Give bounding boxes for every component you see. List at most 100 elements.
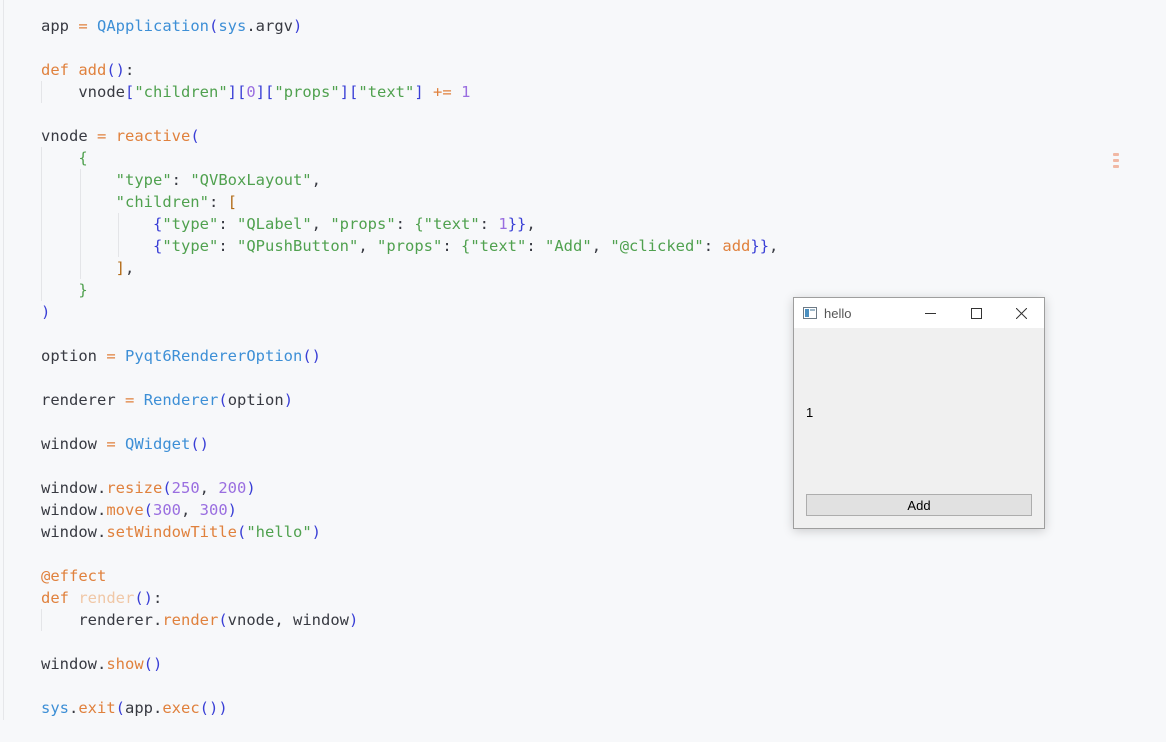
code-token: ][ bbox=[227, 83, 247, 101]
code-token: [ bbox=[227, 193, 237, 211]
code-line[interactable] bbox=[41, 103, 778, 125]
code-token: app. bbox=[125, 699, 163, 717]
code-token: window. bbox=[41, 501, 107, 519]
code-token: "text" bbox=[423, 215, 480, 233]
code-token: }} bbox=[750, 237, 770, 255]
code-line[interactable]: {"type": "QPushButton", "props": {"text"… bbox=[41, 235, 778, 257]
code-line[interactable]: } bbox=[41, 279, 778, 301]
code-token: ( bbox=[115, 699, 126, 717]
minimize-button[interactable] bbox=[907, 298, 953, 328]
code-token: move bbox=[106, 501, 144, 519]
code-token: : bbox=[526, 237, 546, 255]
code-line[interactable]: def render(): bbox=[41, 587, 778, 609]
code-token: = bbox=[78, 17, 88, 35]
code-token: "QLabel" bbox=[237, 215, 312, 233]
code-token: , bbox=[199, 479, 219, 497]
code-line[interactable]: ], bbox=[41, 257, 778, 279]
code-token: setWindowTitle bbox=[106, 523, 237, 541]
code-token: ( bbox=[218, 611, 228, 629]
code-line[interactable]: {"type": "QLabel", "props": {"text": 1}}… bbox=[41, 213, 778, 235]
code-line[interactable]: window.move(300, 300) bbox=[41, 499, 778, 521]
code-line[interactable]: app = QApplication(sys.argv) bbox=[41, 15, 778, 37]
code-line[interactable] bbox=[41, 631, 778, 653]
code-token: ( bbox=[218, 391, 228, 409]
code-token: = bbox=[106, 347, 116, 365]
code-line[interactable] bbox=[41, 455, 778, 477]
code-line[interactable]: def add(): bbox=[41, 59, 778, 81]
code-token: , bbox=[181, 501, 200, 519]
code-token: () bbox=[190, 435, 210, 453]
code-token: window. bbox=[41, 655, 107, 673]
code-token: option bbox=[227, 391, 284, 409]
code-token: app bbox=[41, 17, 79, 35]
code-line[interactable] bbox=[41, 37, 778, 59]
code-token: window. bbox=[41, 479, 107, 497]
code-token: sys bbox=[41, 699, 69, 717]
code-line[interactable]: renderer = Renderer(option) bbox=[41, 389, 778, 411]
code-line[interactable]: ) bbox=[41, 301, 778, 323]
code-token: ) bbox=[41, 303, 51, 321]
code-line[interactable] bbox=[41, 367, 778, 389]
code-token: = bbox=[125, 391, 135, 409]
code-token: : bbox=[153, 589, 163, 607]
code-line[interactable]: { bbox=[41, 147, 778, 169]
code-line[interactable]: sys.exit(app.exec()) bbox=[41, 697, 778, 719]
code-token: () bbox=[106, 61, 126, 79]
code-token: 1 bbox=[461, 83, 471, 101]
code-line[interactable]: option = Pyqt6RendererOption() bbox=[41, 345, 778, 367]
code-token: () bbox=[134, 589, 154, 607]
code-token: "children" bbox=[115, 193, 209, 211]
maximize-button[interactable] bbox=[953, 298, 999, 328]
code-line[interactable] bbox=[41, 323, 778, 345]
code-token: { bbox=[152, 237, 163, 255]
code-token: "QPushButton" bbox=[237, 237, 359, 255]
code-token: [ bbox=[125, 83, 135, 101]
code-token: "type" bbox=[162, 215, 219, 233]
code-token: add bbox=[78, 61, 107, 79]
code-token: : bbox=[442, 237, 461, 255]
add-button[interactable]: Add bbox=[806, 494, 1032, 516]
code-line[interactable]: window.setWindowTitle("hello") bbox=[41, 521, 778, 543]
code-token: { bbox=[152, 215, 163, 233]
code-line[interactable] bbox=[41, 675, 778, 697]
code-line[interactable]: window.show() bbox=[41, 653, 778, 675]
code-line[interactable]: "type": "QVBoxLayout", bbox=[41, 169, 778, 191]
code-line[interactable]: window = QWidget() bbox=[41, 433, 778, 455]
code-token: ) bbox=[349, 611, 359, 629]
code-line[interactable]: window.resize(250, 200) bbox=[41, 477, 778, 499]
code-token: renderer. bbox=[41, 611, 163, 629]
code-line[interactable]: renderer.render(vnode, window) bbox=[41, 609, 778, 631]
code-token: } bbox=[78, 281, 88, 299]
close-button[interactable] bbox=[998, 298, 1044, 328]
code-token: "@clicked" bbox=[610, 237, 704, 255]
code-line[interactable]: vnode["children"][0]["props"]["text"] +=… bbox=[41, 81, 778, 103]
code-token: += bbox=[433, 83, 452, 101]
code-line[interactable] bbox=[41, 411, 778, 433]
code-token: show bbox=[106, 655, 144, 673]
code-token: = bbox=[106, 435, 116, 453]
code-token: QWidget bbox=[125, 435, 191, 453]
code-line[interactable] bbox=[41, 543, 778, 565]
counter-label: 1 bbox=[806, 405, 814, 420]
code-line[interactable]: @effect bbox=[41, 565, 778, 587]
code-token: { bbox=[78, 149, 88, 167]
code-line[interactable]: vnode = reactive( bbox=[41, 125, 778, 147]
code-token: vnode bbox=[41, 127, 97, 145]
code-token: Renderer bbox=[143, 391, 219, 409]
code-token: def bbox=[41, 61, 69, 79]
title-bar[interactable]: hello bbox=[794, 298, 1044, 328]
code-token: QApplication bbox=[97, 17, 209, 35]
qt-window-hello[interactable]: hello 1 Add bbox=[793, 297, 1045, 529]
code-line[interactable]: "children": [ bbox=[41, 191, 778, 213]
code-editor[interactable]: app = QApplication(sys.argv) def add(): v… bbox=[41, 15, 778, 719]
code-token: 300 bbox=[199, 501, 228, 519]
code-token: : bbox=[703, 237, 723, 255]
